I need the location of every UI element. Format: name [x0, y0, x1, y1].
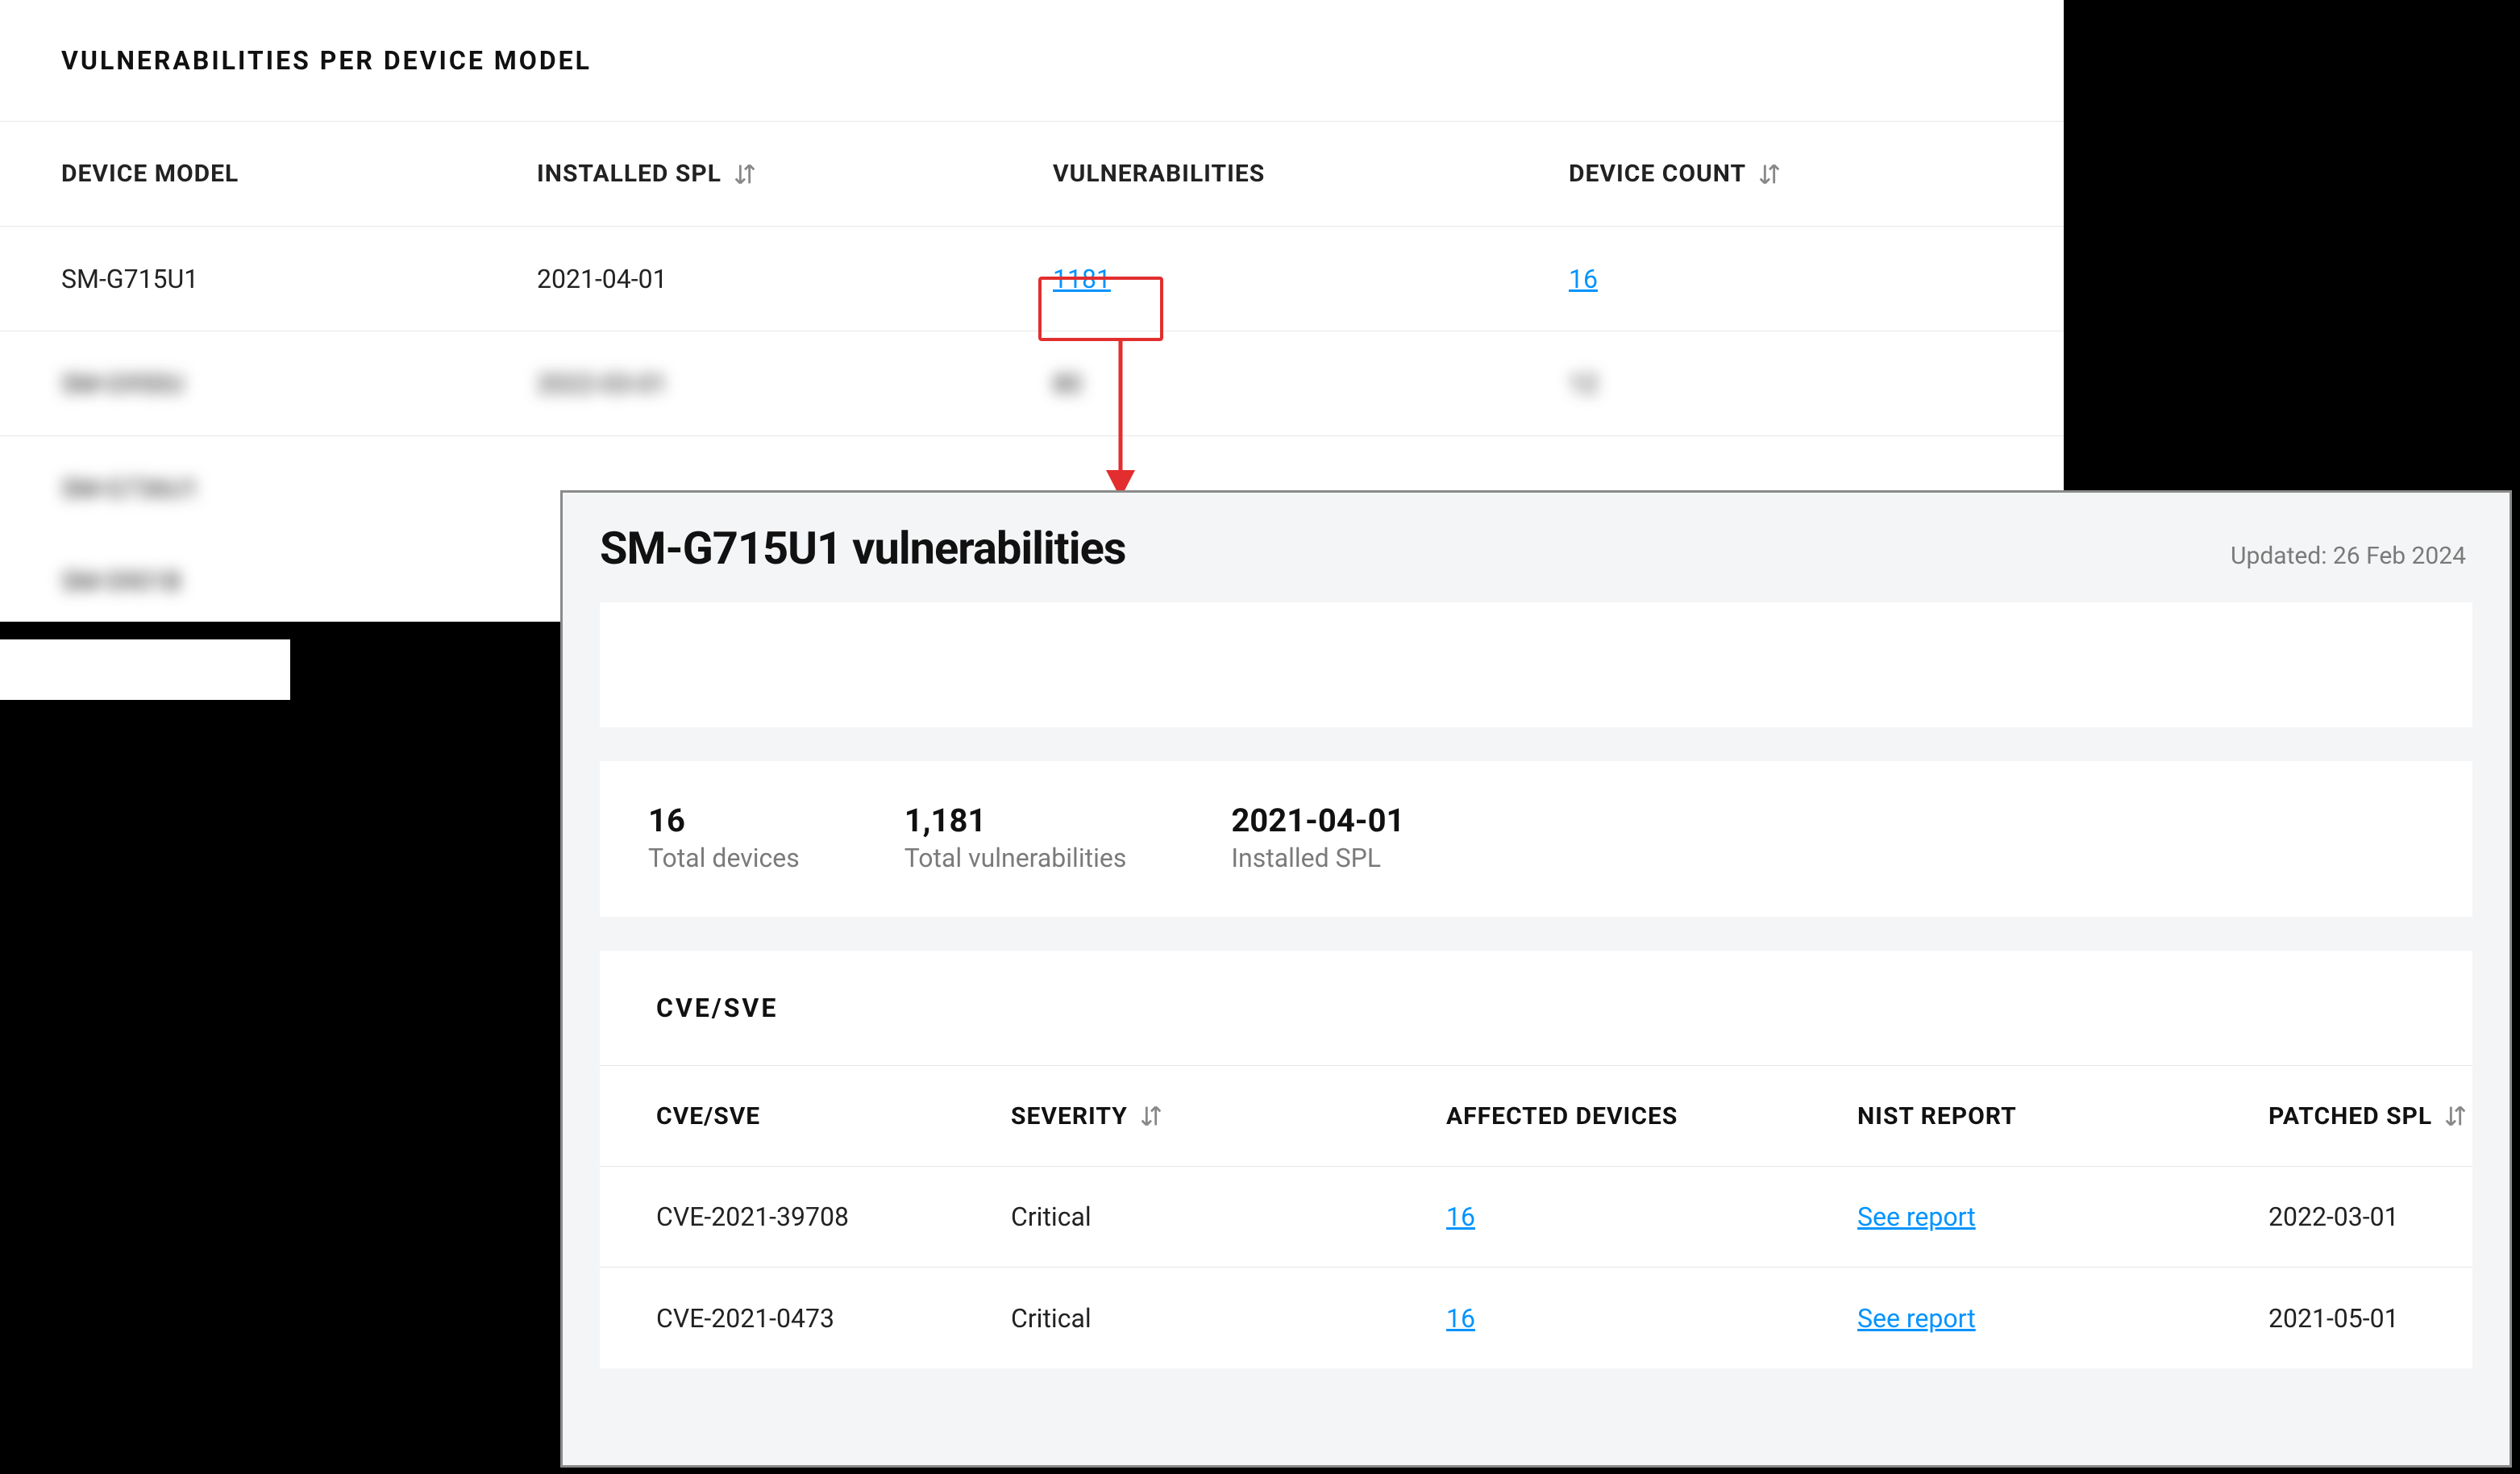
- stat-installed-spl: 2021-04-01 Installed SPL: [1231, 802, 1404, 873]
- cell-severity: Critical: [1011, 1303, 1446, 1334]
- cve-section-title: CVE/SVE: [600, 951, 2472, 1066]
- col-vulnerabilities[interactable]: VULNERABILITIES: [1053, 160, 1569, 188]
- white-overlay: [0, 639, 290, 700]
- affected-devices-link[interactable]: 16: [1446, 1303, 1475, 1334]
- stat-label: Total vulnerabilities: [904, 843, 1127, 873]
- detail-updated: Updated: 26 Feb 2024: [2231, 542, 2466, 570]
- cell-blurred: SM-S901B: [61, 566, 537, 597]
- sort-icon[interactable]: [1756, 160, 1783, 188]
- col-patched[interactable]: PATCHED SPL: [2268, 1102, 2520, 1130]
- col-device-model[interactable]: DEVICE MODEL: [61, 160, 537, 188]
- cell-blurred: SM-G950U: [61, 368, 537, 399]
- cell-cve: CVE-2021-0473: [656, 1303, 1011, 1334]
- col-cve-label: CVE/SVE: [656, 1102, 760, 1130]
- panel-title: VULNERABILITIES PER DEVICE MODEL: [0, 0, 2064, 122]
- cell-blurred: SM-G736U1: [61, 473, 537, 504]
- cve-table-row: CVE-2021-39708 Critical 16 See report 20…: [600, 1167, 2472, 1268]
- col-affected[interactable]: AFFECTED DEVICES: [1446, 1102, 1857, 1130]
- cell-blurred: 2022-03-01: [537, 368, 1053, 399]
- stat-value: 16: [648, 802, 800, 839]
- col-nist-label: NIST REPORT: [1857, 1102, 2017, 1130]
- sort-icon[interactable]: [731, 160, 759, 188]
- cell-patched: 2022-03-01: [2268, 1201, 2520, 1232]
- cell-spl: 2021-04-01: [537, 264, 1053, 294]
- sort-icon[interactable]: [1137, 1102, 1165, 1130]
- cell-model: SM-G715U1: [61, 264, 537, 294]
- device-count-link[interactable]: 16: [1569, 264, 1598, 294]
- stat-value: 1,181: [904, 802, 1127, 839]
- models-table-header: DEVICE MODEL INSTALLED SPL VULNERABILITI…: [0, 122, 2064, 227]
- stats-card: 16 Total devices 1,181 Total vulnerabili…: [600, 761, 2472, 917]
- models-table-row-blurred: SM-G950U 2022-03-01 80 12: [0, 331, 2064, 436]
- stat-total-devices: 16 Total devices: [648, 802, 800, 873]
- nist-report-link[interactable]: See report: [1857, 1303, 1976, 1334]
- empty-card: [600, 602, 2472, 727]
- stat-label: Installed SPL: [1231, 843, 1404, 873]
- stat-label: Total devices: [648, 843, 800, 873]
- models-table-row: SM-G715U1 2021-04-01 1181 16: [0, 227, 2064, 331]
- cve-table-row: CVE-2021-0473 Critical 16 See report 202…: [600, 1268, 2472, 1368]
- stat-value: 2021-04-01: [1231, 802, 1404, 839]
- col-patched-label: PATCHED SPL: [2268, 1102, 2432, 1130]
- col-device-count-label: DEVICE COUNT: [1569, 160, 1746, 188]
- col-cve[interactable]: CVE/SVE: [656, 1102, 1011, 1130]
- cell-severity: Critical: [1011, 1201, 1446, 1232]
- cell-patched: 2021-05-01: [2268, 1303, 2520, 1334]
- col-device-count[interactable]: DEVICE COUNT: [1569, 160, 2125, 188]
- col-affected-label: AFFECTED DEVICES: [1446, 1102, 1678, 1130]
- col-installed-spl-label: INSTALLED SPL: [537, 160, 721, 188]
- nist-report-link[interactable]: See report: [1857, 1201, 1976, 1232]
- device-vulnerabilities-detail-panel: SM-G715U1 vulnerabilities Updated: 26 Fe…: [560, 490, 2512, 1468]
- stat-total-vulns: 1,181 Total vulnerabilities: [904, 802, 1127, 873]
- col-installed-spl[interactable]: INSTALLED SPL: [537, 160, 1053, 188]
- col-device-model-label: DEVICE MODEL: [61, 160, 239, 188]
- cve-table-header: CVE/SVE SEVERITY AFFECTED DEVICES NIST R…: [600, 1066, 2472, 1167]
- cell-blurred: 80: [1053, 368, 1569, 399]
- sort-icon[interactable]: [2442, 1102, 2469, 1130]
- col-severity[interactable]: SEVERITY: [1011, 1102, 1446, 1130]
- cell-cve: CVE-2021-39708: [656, 1201, 1011, 1232]
- cve-card: CVE/SVE CVE/SVE SEVERITY AFFECTED DEVICE…: [600, 951, 2472, 1368]
- affected-devices-link[interactable]: 16: [1446, 1201, 1475, 1232]
- vulnerabilities-link[interactable]: 1181: [1053, 264, 1111, 294]
- col-vulnerabilities-label: VULNERABILITIES: [1053, 160, 1265, 188]
- detail-title: SM-G715U1 vulnerabilities: [600, 522, 1126, 575]
- col-nist[interactable]: NIST REPORT: [1857, 1102, 2268, 1130]
- col-severity-label: SEVERITY: [1011, 1102, 1128, 1130]
- cell-blurred: 12: [1569, 368, 2125, 399]
